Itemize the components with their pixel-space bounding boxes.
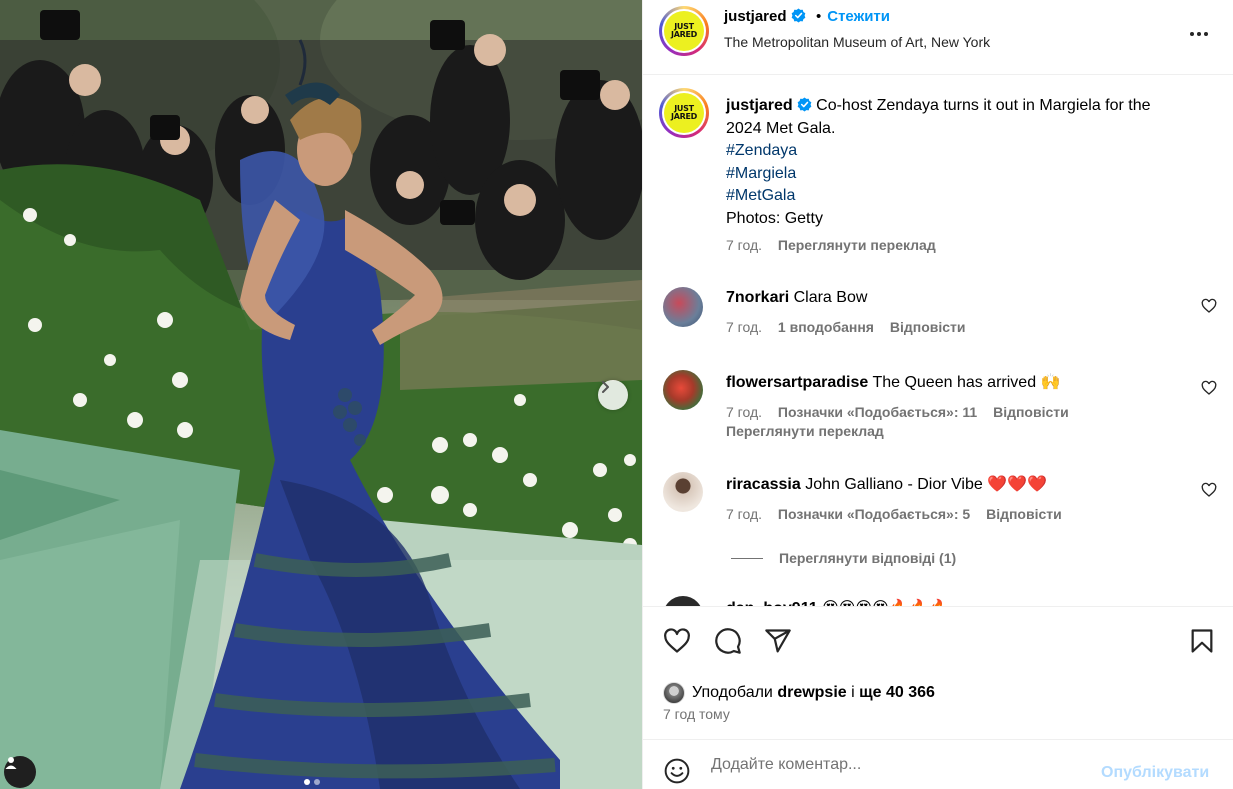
- caption-credit: Photos: Getty: [726, 209, 823, 227]
- post-actions: Уподобали drewpsie і ще 40 366 7 год том…: [643, 606, 1233, 739]
- bookmark-icon[interactable]: [1188, 627, 1216, 655]
- comment-text: John Galliano - Dior Vibe ❤️❤️❤️: [805, 476, 1047, 493]
- follow-button[interactable]: Стежити: [827, 8, 890, 25]
- comments-list[interactable]: JUST JARED justjared Co-host Zendaya tur…: [643, 76, 1233, 606]
- liked-by-user[interactable]: drewpsie: [777, 684, 846, 702]
- carousel-dot: [304, 779, 310, 785]
- user-tag-icon: [5, 757, 17, 769]
- reply-button[interactable]: Відповісти: [890, 319, 966, 335]
- post-photo[interactable]: [0, 0, 642, 789]
- post-sidebar: JUST JARED justjared • Стежити The Metrop…: [642, 0, 1233, 789]
- commenter-avatar[interactable]: [663, 370, 703, 410]
- heart-icon[interactable]: [663, 627, 691, 655]
- comment-item: flowersartparadise The Queen has arrived…: [726, 372, 1069, 439]
- comment-text: The Queen has arrived 🙌: [872, 374, 1061, 391]
- caption: justjared Co-host Zendaya turns it out i…: [726, 95, 1216, 253]
- comment-input[interactable]: [711, 752, 1091, 778]
- liked-by-mid: і: [851, 684, 855, 701]
- comment-like-heart-icon[interactable]: [1201, 482, 1217, 498]
- comment-likes-link[interactable]: Позначки «Подобається»: 11: [778, 404, 977, 420]
- comment-likes-link[interactable]: Позначки «Подобається»: 5: [778, 506, 970, 522]
- comment-timestamp[interactable]: 7 год.: [726, 319, 762, 335]
- next-photo-button[interactable]: [598, 380, 628, 410]
- emoji-icon[interactable]: [664, 758, 690, 784]
- author-avatar[interactable]: JUST JARED: [659, 6, 709, 56]
- separator-dot: •: [815, 8, 822, 25]
- see-translation-link[interactable]: Переглянути переклад: [726, 423, 884, 439]
- post-time[interactable]: 7 год тому: [663, 706, 730, 722]
- carousel-dot: [314, 779, 320, 785]
- more-icon[interactable]: [1187, 22, 1211, 46]
- comment-like-heart-icon[interactable]: [1201, 380, 1217, 396]
- publish-button[interactable]: Опублікувати: [1101, 764, 1209, 782]
- comment-icon[interactable]: [714, 627, 742, 655]
- reply-line-divider: [731, 557, 763, 559]
- comment-like-heart-icon[interactable]: [1201, 298, 1217, 314]
- view-replies-label: Переглянути відповіді (1): [779, 550, 957, 566]
- comment-likes-link[interactable]: 1 вподобання: [778, 319, 874, 335]
- commenter-avatar[interactable]: [663, 287, 703, 327]
- hashtag-link[interactable]: #Margiela: [726, 163, 1216, 186]
- justjared-logo: JUST JARED: [664, 93, 704, 133]
- comment-item: 7norkari Clara Bow 7 год. 1 вподобання В…: [726, 289, 966, 335]
- next-arrow-icon: [602, 381, 609, 393]
- verified-icon: [797, 97, 812, 112]
- tagged-users-button[interactable]: [4, 756, 36, 788]
- reply-button[interactable]: Відповісти: [993, 404, 1069, 420]
- comment-timestamp[interactable]: 7 год.: [726, 404, 762, 420]
- comment-timestamp[interactable]: 7 год.: [726, 506, 762, 522]
- caption-username[interactable]: justjared: [726, 97, 793, 114]
- add-comment-bar: Опублікувати: [643, 739, 1233, 789]
- caption-timestamp[interactable]: 7 год.: [726, 237, 762, 253]
- hashtag-link[interactable]: #Zendaya: [726, 140, 1216, 163]
- post-header: JUST JARED justjared • Стежити The Metrop…: [643, 0, 1233, 75]
- comment-username[interactable]: riracassia: [726, 476, 801, 493]
- caption-text-line1: Co-host Zendaya turns it out in Margiela…: [816, 97, 1151, 114]
- commenter-avatar[interactable]: [663, 472, 703, 512]
- caption-author-avatar[interactable]: JUST JARED: [659, 88, 709, 138]
- comment-username[interactable]: flowersartparadise: [726, 374, 868, 391]
- see-translation-link[interactable]: Переглянути переклад: [778, 237, 936, 253]
- post-location[interactable]: The Metropolitan Museum of Art, New York: [724, 34, 990, 50]
- photo-illustration: [0, 0, 642, 789]
- verified-icon: [791, 8, 805, 23]
- comment-text: Clara Bow: [793, 289, 868, 306]
- caption-text-line2: 2024 Met Gala.: [726, 119, 836, 137]
- share-icon[interactable]: [764, 627, 792, 655]
- justjared-logo: JUST JARED: [664, 11, 704, 51]
- likes-count[interactable]: ще 40 366: [859, 684, 935, 702]
- commenter-avatar[interactable]: [663, 596, 703, 606]
- author-username[interactable]: justjared: [724, 8, 787, 25]
- liked-by-prefix: Уподобали: [692, 684, 773, 701]
- comment-item: dan_boy911 😍😍😍😍🔥🔥🔥: [726, 598, 949, 606]
- likes-summary: Уподобали drewpsie і ще 40 366: [663, 682, 935, 704]
- liker-avatar[interactable]: [663, 682, 685, 704]
- view-replies-button[interactable]: Переглянути відповіді (1): [731, 550, 956, 566]
- comment-username[interactable]: 7norkari: [726, 289, 789, 306]
- reply-button[interactable]: Відповісти: [986, 506, 1062, 522]
- comment-item: riracassia John Galliano - Dior Vibe ❤️❤…: [726, 474, 1062, 522]
- carousel-indicator: [304, 779, 320, 785]
- hashtag-link[interactable]: #MetGala: [726, 185, 1216, 208]
